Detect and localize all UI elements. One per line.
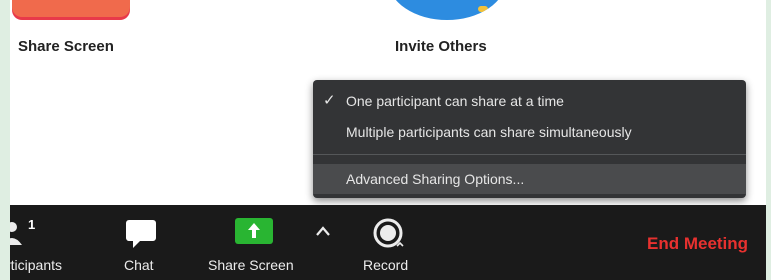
share-screen-icon — [235, 218, 273, 244]
chat-label: Chat — [124, 257, 154, 273]
menu-item-label: One participant can share at a time — [346, 93, 564, 109]
share-options-menu: ✓ One participant can share at a time Mu… — [313, 80, 746, 198]
chat-icon — [126, 220, 156, 248]
participants-label: rticipants — [10, 257, 63, 273]
share-screen-arrow-icon — [248, 223, 260, 238]
share-screen-tile-label: Share Screen — [18, 38, 114, 55]
invite-others-tile[interactable] — [388, 0, 506, 20]
share-screen-tile[interactable] — [12, 0, 130, 17]
record-label: Record — [363, 257, 409, 273]
participants-count: 1 — [28, 217, 36, 232]
record-icon — [373, 218, 404, 248]
menu-item-label: Multiple participants can share simultan… — [346, 124, 632, 140]
menu-item-one-participant[interactable]: ✓ One participant can share at a time — [313, 88, 746, 114]
menu-item-label: Advanced Sharing Options... — [346, 171, 525, 187]
end-meeting-button[interactable]: End Meeting — [647, 234, 748, 254]
chevron-up-icon[interactable] — [315, 225, 331, 237]
menu-item-multiple-participants[interactable]: Multiple participants can share simultan… — [313, 119, 746, 145]
meeting-window: Share Screen Invite Others ✓ One partici… — [10, 0, 766, 280]
menu-item-advanced-sharing[interactable]: Advanced Sharing Options... — [313, 164, 746, 194]
checkmark-icon: ✓ — [323, 92, 336, 109]
share-screen-label: Share Screen — [208, 257, 294, 273]
invite-badge — [478, 6, 488, 12]
menu-divider — [313, 154, 746, 155]
participants-icon — [10, 222, 22, 245]
invite-others-tile-label: Invite Others — [395, 38, 487, 55]
meeting-toolbar: 1 rticipants Chat Share Screen Record En… — [10, 205, 766, 280]
